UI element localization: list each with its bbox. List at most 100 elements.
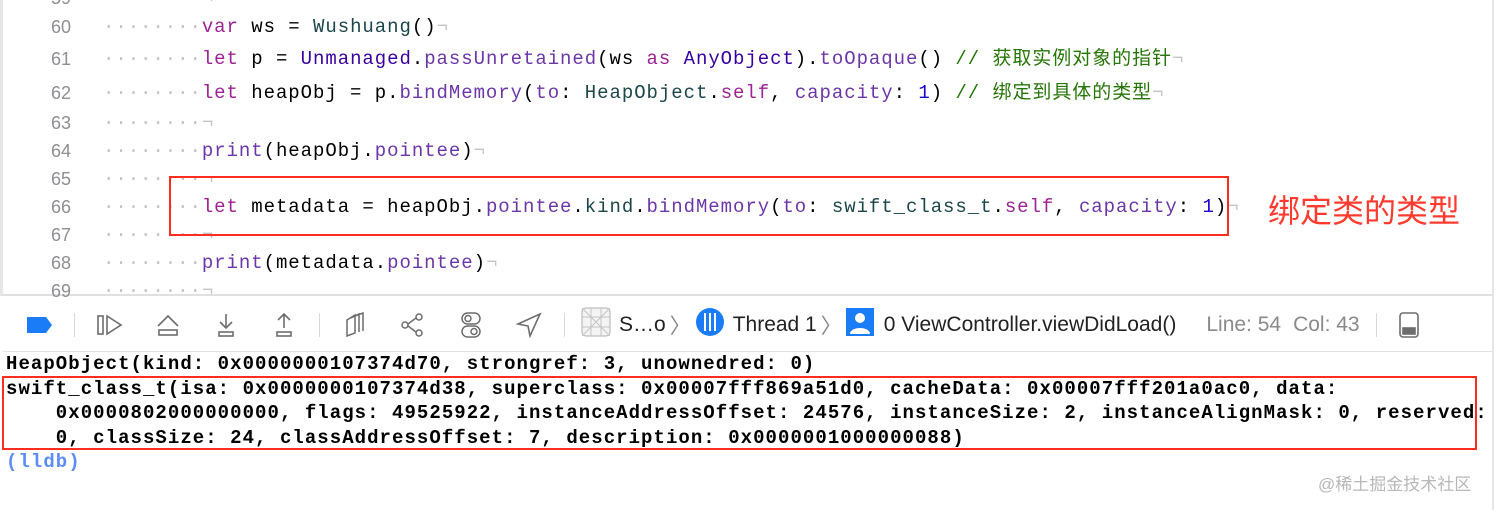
line-end-marker: ¬	[202, 0, 214, 9]
indent-guide: ········	[103, 112, 202, 134]
environment-overrides-icon[interactable]	[455, 309, 487, 341]
highlight-box-code	[169, 176, 1229, 236]
code-token: // 获取实例对象的指针	[955, 48, 1173, 70]
line-number: 66	[50, 197, 71, 217]
code-line[interactable]: ········¬	[103, 0, 214, 12]
code-token: p =	[238, 48, 301, 70]
hide-debug-area-icon[interactable]	[1393, 309, 1425, 341]
line-number: 62	[50, 83, 71, 103]
code-token: (heapObj.	[263, 140, 375, 162]
code-token: .	[708, 82, 721, 104]
line-end-marker: ¬	[1227, 196, 1240, 218]
code-token: var	[201, 16, 239, 38]
code-token: to	[535, 82, 561, 104]
step-out-icon[interactable]	[268, 309, 300, 341]
code-token: pointee	[374, 140, 462, 162]
indent-guide: ········	[103, 48, 202, 70]
code-token: HeapObject	[584, 82, 709, 104]
code-line[interactable]: ········let heapObj = p.bindMemory(to: H…	[103, 79, 1164, 107]
code-token: 1	[918, 82, 931, 104]
console-line: HeapObject(kind: 0x0000000107374d70, str…	[6, 353, 816, 375]
code-token: Wushuang	[313, 16, 412, 38]
code-token: )	[473, 252, 486, 274]
code-token: heapObj = p.	[238, 82, 400, 104]
code-token: :	[893, 82, 919, 104]
line-end-marker: ¬	[201, 112, 215, 134]
breakpoints-toggle-icon[interactable]	[23, 309, 55, 341]
scheme-label[interactable]: S…o	[619, 313, 666, 337]
code-token: let	[201, 48, 239, 70]
indent-guide: ········	[103, 140, 202, 162]
code-token: (ws	[597, 48, 647, 70]
code-line[interactable]: ········¬	[103, 109, 214, 137]
thread-icon	[695, 307, 725, 343]
frame-label[interactable]: 0 ViewController.viewDidLoad()	[884, 313, 1177, 337]
code-line[interactable]: ········print(heapObj.pointee)¬	[103, 137, 486, 165]
frame-user-icon	[845, 307, 874, 342]
continue-icon[interactable]	[94, 309, 126, 341]
code-token: bindMemory	[399, 82, 523, 104]
code-token: ()	[918, 48, 956, 70]
view-hierarchy-icon[interactable]	[339, 309, 371, 341]
chevron-right-icon: 〉	[820, 314, 842, 338]
step-into-icon[interactable]	[210, 309, 242, 341]
line-end-marker: ¬	[1172, 48, 1185, 70]
code-token: print	[201, 140, 264, 162]
code-token: ).	[794, 48, 820, 70]
step-over-icon[interactable]	[152, 309, 184, 341]
memory-graph-icon[interactable]	[397, 309, 429, 341]
lldb-prompt[interactable]: (lldb)	[6, 450, 1488, 475]
code-token: print	[201, 252, 264, 274]
code-token: ,	[770, 82, 795, 104]
line-end-marker: ¬	[473, 140, 486, 162]
divider	[1375, 312, 1377, 337]
code-line[interactable]: ········let p = Unmanaged.passUnretained…	[103, 45, 1184, 73]
code-token: (	[523, 82, 536, 104]
code-token: ()	[411, 16, 437, 38]
code-token: )	[930, 82, 956, 104]
chevron-right-icon: 〉	[669, 314, 691, 338]
divider	[564, 312, 565, 337]
line-number: 59	[23, 0, 71, 12]
col-indicator: Col: 43	[1293, 312, 1360, 336]
highlight-box-console	[2, 376, 1477, 450]
code-editor[interactable]: 59········¬60········var ws = Wushuang()…	[0, 0, 1492, 302]
code-token: toOpaque	[819, 48, 919, 70]
line-indicator: Line: 54	[1206, 312, 1282, 336]
divider	[74, 312, 75, 337]
code-line[interactable]: ········print(metadata.pointee)¬	[103, 249, 498, 277]
code-token: capacity	[794, 82, 894, 104]
window-border	[1492, 0, 1494, 510]
indent-guide: ········	[103, 16, 202, 38]
indent-guide: ········	[103, 82, 202, 104]
line-number: 63	[50, 113, 71, 133]
code-line[interactable]: ········var ws = Wushuang()¬	[103, 13, 449, 41]
divider	[319, 312, 320, 337]
code-token: ws =	[238, 16, 314, 38]
indent-guide: ········	[103, 252, 202, 274]
code-token: (metadata.	[263, 252, 388, 274]
line-number: 68	[50, 253, 71, 273]
line-number: 61	[50, 49, 71, 69]
debug-bar: S…o 〉 Thread 1 〉 0 ViewController.viewDi…	[3, 298, 1492, 352]
simulate-location-icon[interactable]	[513, 309, 545, 341]
code-token: Unmanaged	[300, 48, 412, 70]
code-token: // 绑定到具体的类型	[955, 82, 1153, 104]
annotation-text: 绑定类的类型	[1268, 192, 1461, 230]
line-end-marker: ¬	[485, 252, 499, 274]
scheme-icon	[581, 307, 611, 343]
line-number: 64	[50, 141, 71, 161]
code-token: pointee	[387, 252, 474, 274]
indent-guide: ········	[103, 0, 202, 9]
line-number: 60	[50, 17, 71, 37]
code-token: passUnretained	[424, 48, 598, 70]
line-end-marker: ¬	[1152, 82, 1165, 104]
line-end-marker: ¬	[436, 16, 449, 38]
code-token: AnyObject	[683, 48, 795, 70]
code-token: .	[411, 48, 425, 70]
code-token: let	[201, 82, 239, 104]
code-token: as	[646, 48, 672, 70]
code-token: self	[720, 82, 771, 104]
thread-label[interactable]: Thread 1	[733, 313, 817, 337]
code-token: )	[461, 140, 474, 162]
